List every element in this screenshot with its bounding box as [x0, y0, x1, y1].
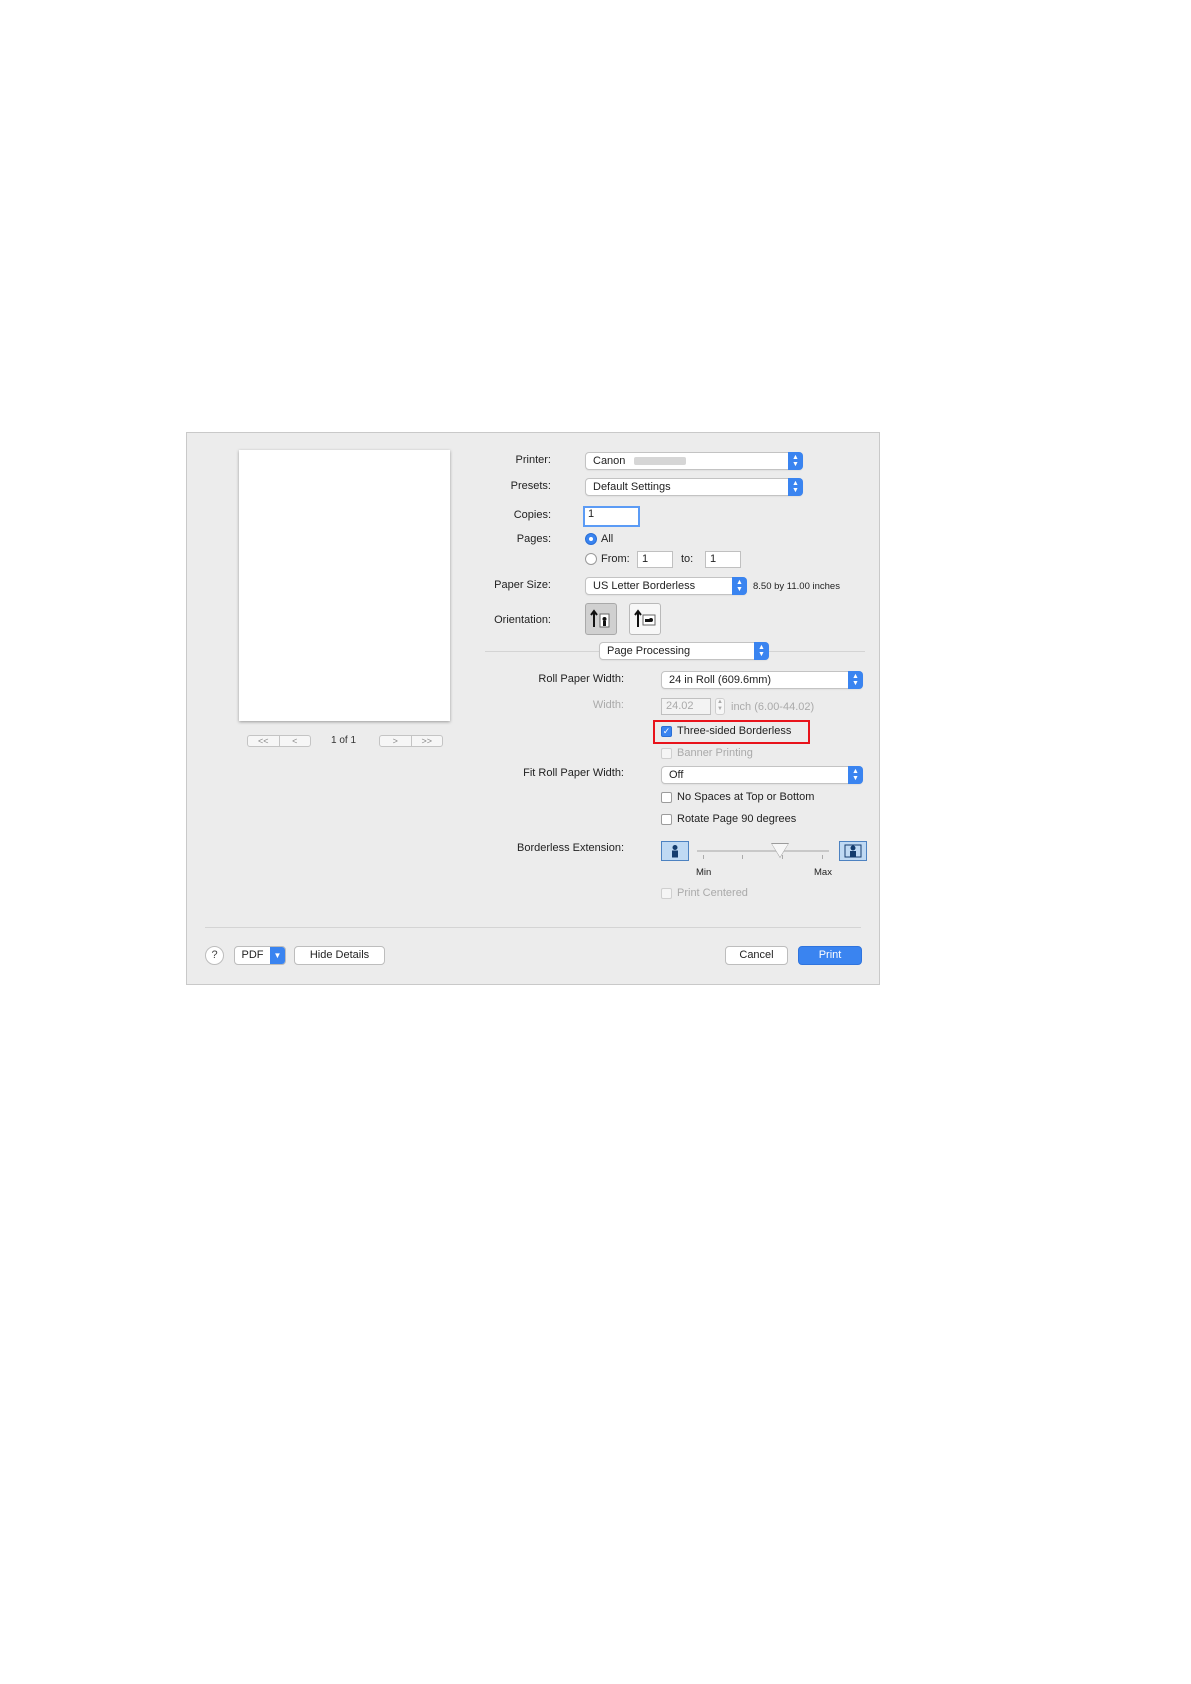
borderless-extension-slider[interactable] [697, 842, 829, 864]
copies-field[interactable]: 1 [583, 506, 640, 527]
banner-printing-label: Banner Printing [677, 747, 753, 759]
pages-label: Pages: [516, 533, 551, 545]
popup-arrows-icon: ▲ ▼ [848, 766, 863, 784]
roll-paper-width-value: 24 in Roll (609.6mm) [669, 674, 772, 686]
printer-label: Printer: [515, 454, 551, 466]
printer-value: Canon [593, 455, 626, 467]
presets-value: Default Settings [593, 481, 671, 493]
portrait-icon [590, 609, 610, 628]
rotate-page-label: Rotate Page 90 degrees [677, 813, 797, 825]
pdf-label: PDF [241, 949, 264, 961]
hide-details-button[interactable]: Hide Details [294, 946, 385, 965]
roll-paper-width-label: Roll Paper Width: [538, 673, 624, 685]
fit-roll-paper-width-value: Off [669, 769, 684, 781]
presets-popup[interactable]: Default Settings ▲ ▼ [585, 478, 803, 496]
width-label: Width: [592, 699, 624, 711]
no-spaces-label: No Spaces at Top or Bottom [677, 791, 815, 803]
width-unit-range: inch (6.00-44.02) [731, 701, 815, 713]
pages-all-label: All [601, 533, 614, 545]
roll-paper-width-popup[interactable]: 24 in Roll (609.6mm) ▲ ▼ [661, 671, 863, 689]
orientation-label: Orientation: [494, 614, 551, 626]
slider-thumb[interactable] [772, 844, 789, 857]
cancel-button[interactable]: Cancel [725, 946, 788, 965]
person-large-icon [844, 844, 862, 858]
copies-label: Copies: [513, 509, 551, 521]
redacted-model-name [634, 457, 687, 466]
three-sided-borderless-label: Three-sided Borderless [677, 725, 792, 737]
first-page-button[interactable]: << [248, 736, 279, 746]
fit-roll-paper-width-popup[interactable]: Off ▲ ▼ [661, 766, 863, 784]
slider-tick [822, 855, 823, 859]
popup-arrows-icon: ▲ ▼ [848, 671, 863, 689]
pages-to-label: to: [681, 553, 694, 565]
page-counter: 1 of 1 [331, 735, 357, 746]
width-stepper: ▲ ▼ [715, 698, 725, 715]
rotate-page-checkbox[interactable] [661, 814, 672, 825]
borderless-extension-label: Borderless Extension: [517, 842, 624, 854]
print-centered-checkbox [661, 888, 672, 899]
pages-all-radio[interactable] [585, 533, 597, 545]
help-button[interactable]: ? [205, 946, 224, 965]
printer-popup[interactable]: Canon ▲ ▼ [585, 452, 803, 470]
slider-track [697, 850, 829, 852]
pages-from-field[interactable]: 1 [637, 551, 673, 568]
no-spaces-checkbox[interactable] [661, 792, 672, 803]
three-sided-borderless-checkbox[interactable]: ✓ [661, 726, 672, 737]
landscape-icon [634, 609, 656, 627]
print-centered-label: Print Centered [677, 887, 748, 899]
slider-tick [703, 855, 704, 859]
last-page-button[interactable]: >> [410, 736, 443, 746]
paper-dimensions: 8.50 by 11.00 inches [753, 581, 840, 592]
max-extension-icon [839, 841, 867, 861]
pager-forward-buttons: > >> [379, 735, 443, 747]
presets-label: Presets: [510, 480, 551, 492]
banner-printing-checkbox [661, 748, 672, 759]
pages-to-field[interactable]: 1 [705, 551, 741, 568]
chevron-down-icon: ▼ [270, 947, 285, 964]
slider-tick [742, 855, 743, 859]
pager-back-buttons: << < [247, 735, 311, 747]
fit-roll-paper-width-label: Fit Roll Paper Width: [523, 767, 624, 779]
slider-min-label: Min [696, 867, 712, 878]
person-icon [672, 845, 678, 858]
popup-arrows-icon: ▲ ▼ [754, 642, 769, 660]
popup-arrows-icon: ▲ ▼ [732, 577, 747, 595]
paper-size-label: Paper Size: [494, 579, 551, 591]
width-field: 24.02 [661, 698, 711, 715]
previous-page-button[interactable]: < [278, 736, 311, 746]
print-dialog: << < 1 of 1 > >> Printer: Canon ▲ ▼ Prese… [186, 432, 880, 985]
section-popup-value: Page Processing [607, 645, 691, 657]
pages-from-label: From: [601, 553, 630, 565]
page-preview [239, 450, 450, 721]
paper-size-popup[interactable]: US Letter Borderless ▲ ▼ [585, 577, 747, 595]
pages-range-radio[interactable] [585, 553, 597, 565]
next-page-button[interactable]: > [380, 736, 411, 746]
slider-max-label: Max [814, 867, 832, 878]
orientation-landscape-button[interactable] [629, 603, 661, 635]
section-popup[interactable]: Page Processing ▲ ▼ [599, 642, 769, 660]
min-extension-icon [661, 841, 689, 861]
orientation-portrait-button[interactable] [585, 603, 617, 635]
popup-arrows-icon: ▲ ▼ [788, 452, 803, 470]
popup-arrows-icon: ▲ ▼ [788, 478, 803, 496]
paper-size-value: US Letter Borderless [593, 580, 696, 592]
print-button[interactable]: Print [798, 946, 862, 965]
footer-separator [205, 927, 861, 928]
pdf-menu-button[interactable]: PDF ▼ [234, 946, 286, 965]
